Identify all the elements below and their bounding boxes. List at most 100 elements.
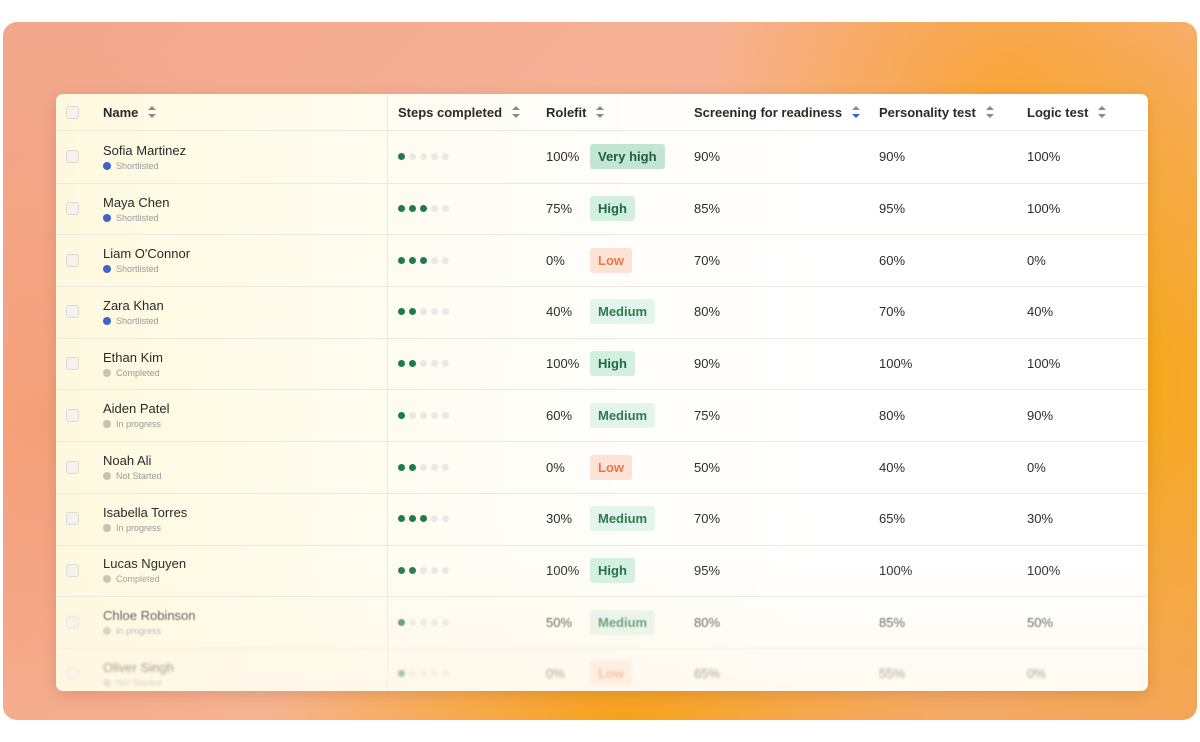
screening-cell: 90% xyxy=(694,338,720,390)
row-select-cell xyxy=(66,493,79,545)
header-rolefit[interactable]: Rolefit xyxy=(546,94,605,130)
steps-cell xyxy=(398,441,453,493)
header-screening[interactable]: Screening for readiness xyxy=(694,94,861,130)
personality-cell: 70% xyxy=(879,286,905,338)
step-pending-dot xyxy=(442,205,449,213)
candidate-name[interactable]: Ethan Kim xyxy=(103,350,163,366)
screening-value: 85% xyxy=(694,201,721,217)
rolefit-tier-badge: Medium xyxy=(590,609,656,635)
header-logic[interactable]: Logic test xyxy=(1027,94,1107,130)
row-checkbox[interactable] xyxy=(66,253,79,267)
row-checkbox[interactable] xyxy=(66,305,79,319)
step-pending-dot xyxy=(442,153,449,161)
step-pending-dot xyxy=(442,256,449,264)
step-done-dot xyxy=(398,153,405,161)
step-done-dot xyxy=(398,670,405,678)
sort-icon[interactable] xyxy=(1098,106,1107,118)
row-select-cell xyxy=(66,441,79,493)
table-row[interactable]: Aiden Patel In progress 60% Medium 75% 8… xyxy=(56,390,1148,443)
row-select-cell xyxy=(66,286,79,338)
sort-icon[interactable] xyxy=(148,106,157,118)
table-row[interactable]: Zara Khan Shortlisted 40% Medium 80% 70%… xyxy=(56,286,1148,339)
logic-cell: 90% xyxy=(1027,390,1053,442)
row-select-cell xyxy=(66,648,79,691)
header-personality[interactable]: Personality test xyxy=(879,94,994,130)
table-row[interactable]: Lucas Nguyen Completed 100% High 95% 100… xyxy=(56,545,1148,598)
sort-active-icon[interactable] xyxy=(852,106,861,118)
screening-cell: 85% xyxy=(694,183,720,235)
steps-progress xyxy=(398,515,453,523)
step-done-dot xyxy=(409,205,416,213)
candidate-info: Noah Ali Not Started xyxy=(103,453,162,481)
sort-icon[interactable] xyxy=(512,106,521,118)
candidate-name[interactable]: Aiden Patel xyxy=(103,401,170,417)
step-pending-dot xyxy=(431,411,438,419)
status-label: Shortlisted xyxy=(116,264,159,275)
candidate-name[interactable]: Maya Chen xyxy=(103,195,169,211)
row-checkbox[interactable] xyxy=(66,667,79,681)
step-done-dot xyxy=(420,256,427,264)
logic-cell: 100% xyxy=(1027,338,1060,390)
table-header: Name Steps completed Rolefit Screening f… xyxy=(56,94,1148,131)
screening-cell: 80% xyxy=(694,286,720,338)
status-dot-icon xyxy=(103,575,111,584)
status-dot-icon xyxy=(103,627,111,636)
rolefit-tier-badge: High xyxy=(590,557,635,583)
table-row[interactable]: Noah Ali Not Started 0% Low 50% 40% 0% xyxy=(56,441,1148,494)
table-row[interactable]: Maya Chen Shortlisted 75% High 85% 95% 1… xyxy=(56,183,1148,236)
rolefit-value: 40% xyxy=(546,304,573,320)
table-row[interactable]: Sofia Martinez Shortlisted 100% Very hig… xyxy=(56,131,1148,184)
step-done-dot xyxy=(398,515,405,523)
personality-cell: 80% xyxy=(879,390,905,442)
row-checkbox[interactable] xyxy=(66,615,79,629)
table-row[interactable]: Ethan Kim Completed 100% High 90% 100% 1… xyxy=(56,338,1148,391)
sort-icon[interactable] xyxy=(985,106,994,118)
candidate-name[interactable]: Sofia Martinez xyxy=(103,143,186,159)
personality-value: 40% xyxy=(879,459,906,475)
row-checkbox[interactable] xyxy=(66,357,79,371)
header-name-label: Name xyxy=(103,104,139,120)
row-checkbox[interactable] xyxy=(66,563,79,577)
status-indicator: In progress xyxy=(103,419,170,429)
step-done-dot xyxy=(409,515,416,523)
sort-icon[interactable] xyxy=(596,106,605,118)
header-rolefit-label: Rolefit xyxy=(546,104,587,120)
candidate-name[interactable]: Oliver Singh xyxy=(103,660,174,676)
steps-cell xyxy=(398,545,453,597)
step-done-dot xyxy=(420,205,427,213)
candidate-name[interactable]: Zara Khan xyxy=(103,298,164,314)
candidate-name[interactable]: Chloe Robinson xyxy=(103,608,196,624)
candidate-name[interactable]: Liam O'Connor xyxy=(103,246,190,262)
table-row[interactable]: Liam O'Connor Shortlisted 0% Low 70% 60%… xyxy=(56,234,1148,288)
row-checkbox[interactable] xyxy=(66,460,79,474)
steps-progress xyxy=(398,618,453,626)
step-pending-dot xyxy=(442,618,449,626)
header-steps[interactable]: Steps completed xyxy=(398,94,521,130)
candidate-name[interactable]: Isabella Torres xyxy=(103,505,187,521)
personality-cell: 90% xyxy=(879,131,905,183)
steps-progress xyxy=(398,153,453,161)
candidate-info: Oliver Singh Not Started xyxy=(103,660,174,688)
header-name[interactable]: Name xyxy=(103,94,157,130)
logic-value: 100% xyxy=(1027,562,1061,578)
screening-cell: 70% xyxy=(694,234,720,286)
step-pending-dot xyxy=(409,411,416,419)
row-checkbox[interactable] xyxy=(66,408,79,422)
personality-value: 55% xyxy=(879,666,906,682)
row-checkbox[interactable] xyxy=(66,512,79,526)
rolefit-value: 75% xyxy=(546,201,573,217)
row-checkbox[interactable] xyxy=(66,150,79,164)
status-indicator: Shortlisted xyxy=(103,213,169,223)
steps-cell xyxy=(398,596,453,648)
table-row[interactable]: Isabella Torres In progress 30% Medium 7… xyxy=(56,493,1148,546)
select-all-checkbox[interactable] xyxy=(66,105,79,119)
name-cell: Maya Chen Shortlisted xyxy=(103,183,169,235)
row-checkbox[interactable] xyxy=(66,202,79,216)
table-row[interactable]: Chloe Robinson In progress 50% Medium 80… xyxy=(56,596,1148,649)
steps-cell xyxy=(398,183,453,235)
table-row[interactable]: Oliver Singh Not Started 0% Low 65% 55% … xyxy=(56,648,1148,691)
candidate-info: Chloe Robinson In progress xyxy=(103,608,196,636)
candidate-name[interactable]: Lucas Nguyen xyxy=(103,556,186,572)
step-done-dot xyxy=(398,618,405,626)
candidate-name[interactable]: Noah Ali xyxy=(103,453,162,469)
